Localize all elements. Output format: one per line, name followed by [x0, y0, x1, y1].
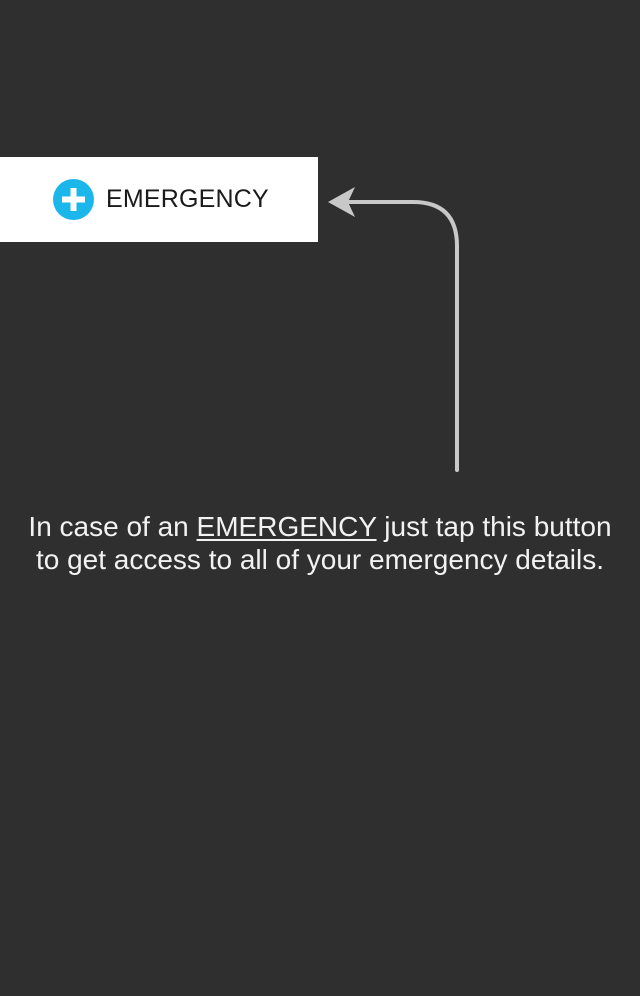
pointer-arrow-icon — [328, 187, 459, 472]
instruction-keyword: EMERGENCY — [196, 511, 377, 542]
plus-circle-icon — [53, 179, 94, 220]
instruction-text: In case of an EMERGENCY just tap this bu… — [20, 510, 620, 576]
emergency-button-label: EMERGENCY — [106, 185, 269, 213]
instruction-text-start: In case of an — [28, 511, 189, 542]
emergency-button[interactable]: EMERGENCY — [0, 157, 318, 242]
